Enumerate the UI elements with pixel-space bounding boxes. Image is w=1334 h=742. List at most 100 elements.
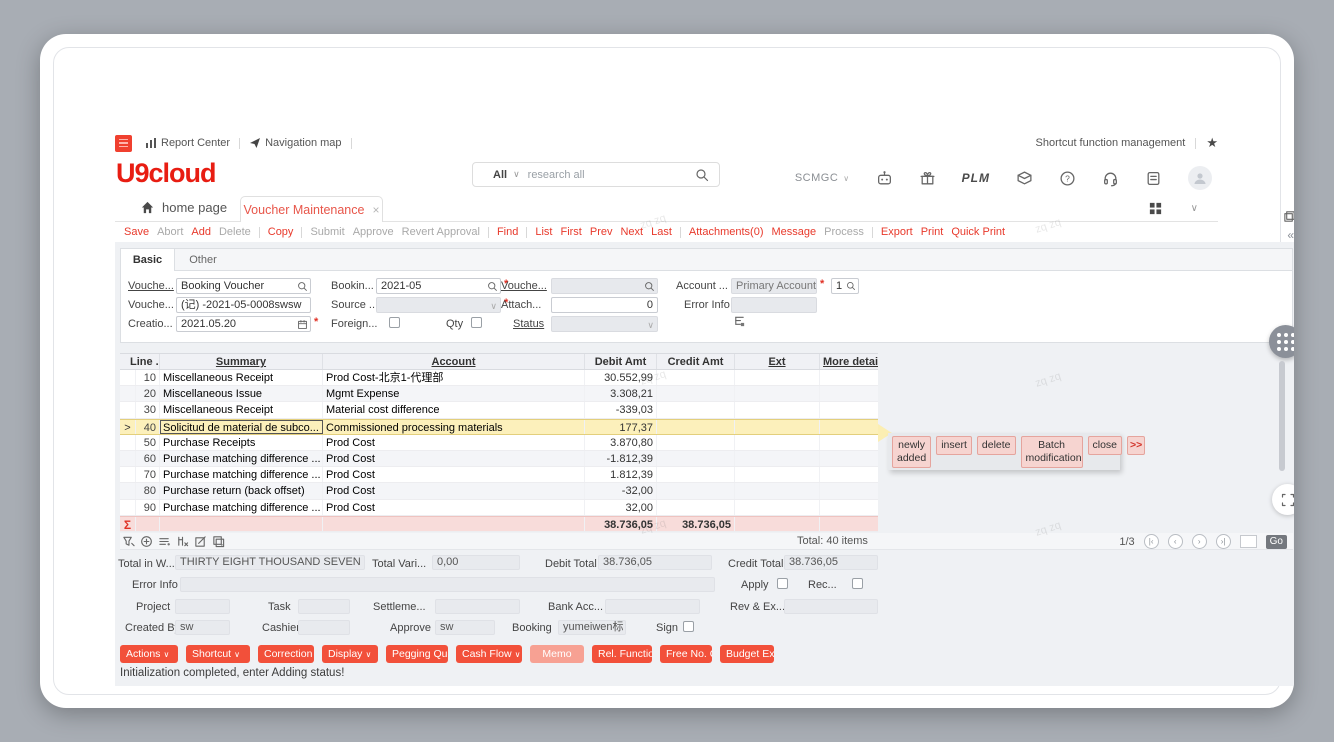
creation-date-field[interactable]: 2021.05.20 [176, 316, 311, 332]
close-popup-button[interactable]: close [1088, 436, 1123, 455]
list-detail-icon[interactable] [158, 535, 171, 548]
grid-row-80[interactable]: 80 Purchase return (back offset) Prod Co… [120, 483, 878, 499]
sign-checkbox[interactable] [683, 621, 694, 632]
first-page-button[interactable]: |‹ [1144, 534, 1159, 549]
display-button[interactable]: Display∨ [322, 645, 378, 663]
favorite-star-icon[interactable]: ★ [1206, 135, 1218, 151]
next-button[interactable]: Next [620, 226, 643, 238]
box-3d-icon[interactable] [1016, 170, 1033, 187]
copy-rows-icon[interactable] [212, 535, 225, 548]
search-icon[interactable] [846, 281, 856, 291]
list-button[interactable]: List [535, 226, 552, 238]
first-button[interactable]: First [560, 226, 581, 238]
quick-print-button[interactable]: Quick Print [951, 226, 1005, 238]
process-button[interactable]: Process [824, 226, 864, 238]
account-number-field[interactable]: 1 [831, 278, 859, 294]
workspace-selector[interactable]: SCMGC ∨ [795, 172, 850, 184]
more-actions-button[interactable]: >> [1127, 436, 1145, 455]
status-label[interactable]: Status [513, 318, 544, 330]
rec-checkbox[interactable] [852, 578, 863, 589]
grid-layout-icon[interactable] [1148, 201, 1163, 216]
add-row-icon[interactable] [140, 535, 153, 548]
approve-button[interactable]: Approve [353, 226, 394, 238]
budget-exec-button[interactable]: Budget Exec [720, 645, 774, 663]
grid-row-40-selected[interactable]: > 40 Solicitud de material de subco... C… [120, 419, 878, 435]
restore-panel-icon[interactable] [1283, 210, 1294, 223]
search-icon[interactable] [695, 168, 709, 182]
help-icon[interactable]: ? [1059, 170, 1076, 187]
quick-launch-dots-button[interactable] [1269, 325, 1294, 358]
search-scope-dropdown[interactable]: All [493, 169, 507, 181]
fullscreen-scan-button[interactable] [1272, 484, 1294, 515]
insert-button[interactable]: insert [936, 436, 972, 455]
search-icon[interactable] [487, 281, 498, 292]
report-center-link[interactable]: Report Center [145, 137, 230, 149]
col-header-line[interactable]: Line ... [120, 354, 160, 369]
global-search-bar[interactable]: All ∨ research all [472, 162, 720, 187]
grid-row-70[interactable]: 70 Purchase matching difference ... Prod… [120, 467, 878, 483]
tab-home-page[interactable]: home page [140, 200, 227, 215]
print-button[interactable]: Print [921, 226, 944, 238]
grid-row-60[interactable]: 60 Purchase matching difference ... Prod… [120, 451, 878, 467]
pegging-query-button[interactable]: Pegging Query [386, 645, 448, 663]
go-button[interactable]: Go [1266, 535, 1287, 549]
delete-button[interactable]: Delete [219, 226, 251, 238]
chevron-down-icon[interactable]: ∨ [1191, 203, 1198, 214]
tab-basic[interactable]: Basic [121, 249, 175, 271]
booking-period-field[interactable]: 2021-05 [376, 278, 501, 294]
tab-voucher-maintenance[interactable]: Voucher Maintenance × [240, 196, 383, 222]
close-tab-icon[interactable]: × [372, 203, 379, 217]
focused-summary-cell[interactable]: Solicitud de material de subco... [160, 420, 323, 434]
search-input[interactable]: research all [528, 169, 585, 181]
headset-icon[interactable] [1102, 170, 1119, 187]
delete-row-button[interactable]: delete [977, 436, 1016, 455]
calendar-icon[interactable] [297, 319, 308, 330]
rel-function-button[interactable]: Rel. Function [592, 645, 652, 663]
foreign-currency-checkbox[interactable] [389, 317, 400, 328]
grid-row-90[interactable]: 90 Purchase matching difference ... Prod… [120, 500, 878, 516]
attachments-button[interactable]: Attachments(0) [689, 226, 764, 238]
shortcut-function-management-link[interactable]: Shortcut function management [1036, 137, 1186, 149]
col-header-more-detail[interactable]: More detail [820, 354, 878, 369]
apply-checkbox[interactable] [777, 578, 788, 589]
free-no-query-button[interactable]: Free No. Qu [660, 645, 712, 663]
copy-button[interactable]: Copy [268, 226, 294, 238]
last-page-button[interactable]: ›| [1216, 534, 1231, 549]
voucher-no-field[interactable]: (记) -2021-05-0008swsw [176, 297, 311, 313]
message-button[interactable]: Message [772, 226, 817, 238]
menu-hamburger-button[interactable] [115, 135, 132, 152]
grid-row-50[interactable]: 50 Purchase Receipts Prod Cost 3.870,80 [120, 435, 878, 451]
add-button[interactable]: Add [191, 226, 211, 238]
voucher-ref-label[interactable]: Vouche... [501, 280, 547, 292]
clipboard-notes-icon[interactable] [1145, 170, 1162, 187]
grid-row-20[interactable]: 20 Miscellaneous Issue Mgmt Expense 3.30… [120, 386, 878, 402]
gift-box-icon[interactable] [919, 170, 936, 187]
col-header-debit[interactable]: Debit Amt [585, 354, 657, 369]
next-page-button[interactable]: › [1192, 534, 1207, 549]
grid-row-10[interactable]: 10 Miscellaneous Receipt Prod Cost-北京1-代… [120, 370, 878, 386]
newly-added-button[interactable]: newly added [892, 436, 931, 468]
memo-button[interactable]: Memo [530, 645, 584, 663]
col-header-ext[interactable]: Ext [735, 354, 820, 369]
col-header-account[interactable]: Account [323, 354, 585, 369]
navigation-map-link[interactable]: Navigation map [249, 137, 341, 149]
revert-approval-button[interactable]: Revert Approval [402, 226, 480, 238]
col-header-credit[interactable]: Credit Amt [657, 354, 735, 369]
correction-button[interactable]: Correction [258, 645, 314, 663]
prev-page-button[interactable]: ‹ [1168, 534, 1183, 549]
prev-button[interactable]: Prev [590, 226, 613, 238]
grid-row-30[interactable]: 30 Miscellaneous Receipt Material cost d… [120, 402, 878, 418]
export-button[interactable]: Export [881, 226, 913, 238]
filter-icon[interactable] [122, 535, 135, 548]
remove-column-icon[interactable] [176, 535, 189, 548]
voucher-type-label[interactable]: Vouche... [128, 280, 174, 292]
search-icon[interactable] [297, 281, 308, 292]
save-button[interactable]: Save [124, 226, 149, 238]
submit-button[interactable]: Submit [310, 226, 344, 238]
user-avatar[interactable] [1188, 166, 1212, 190]
tree-view-icon[interactable] [733, 315, 746, 328]
collapse-panel-icon[interactable]: « [1287, 228, 1294, 242]
actions-button[interactable]: Actions∨ [120, 645, 178, 663]
voucher-type-field[interactable]: Booking Voucher [176, 278, 311, 294]
batch-modification-button[interactable]: Batch modification [1021, 436, 1083, 468]
